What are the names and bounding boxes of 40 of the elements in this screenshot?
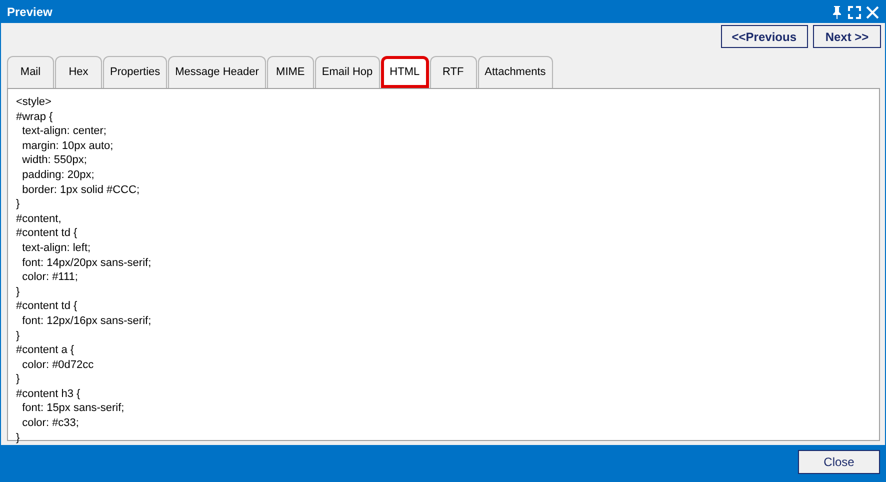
tab[interactable]: Mail <box>7 56 54 88</box>
code-line: } <box>16 197 21 212</box>
code-line: color: #111; <box>21 270 79 285</box>
code-line: } <box>16 328 21 344</box>
previous-button[interactable]: <<Previous <box>720 25 808 48</box>
code-line: #content a { <box>16 343 76 358</box>
code-line: border: 1px solid #CCC; <box>21 182 140 198</box>
code-line: font: 12px/16px sans-serif; <box>21 314 152 328</box>
code-line: #content td { <box>16 299 78 314</box>
code-line: font: 15px sans-serif; <box>21 401 126 416</box>
maximize-icon[interactable] <box>848 6 860 18</box>
code-line: color: #0d72cc <box>21 358 95 372</box>
code-line: #content, <box>16 212 62 226</box>
tab[interactable]: Hex <box>55 56 102 88</box>
tab[interactable]: Email Hop <box>314 56 380 88</box>
code-line: } <box>16 284 21 300</box>
code-line: } <box>16 372 21 387</box>
tab[interactable]: Attachments <box>478 56 553 88</box>
next-button[interactable]: Next >> <box>813 25 881 48</box>
code-line: #content td { <box>16 226 78 241</box>
code-line: margin: 10px auto; <box>21 138 114 154</box>
window-title: Preview <box>7 4 52 21</box>
tab[interactable]: RTF <box>430 56 477 88</box>
code-line: <style> <box>16 95 52 110</box>
code-line: padding: 20px; <box>21 168 96 183</box>
code-line: color: #c33; <box>21 416 80 431</box>
tab[interactable]: Properties <box>103 56 168 88</box>
code-line: font: 14px/20px sans-serif; <box>21 256 152 270</box>
close-button[interactable]: Close <box>798 450 880 474</box>
close-icon[interactable] <box>866 6 879 18</box>
code-line: width: 550px; <box>21 153 88 168</box>
tab[interactable]: MIME <box>266 56 314 88</box>
tab[interactable]: HTML <box>380 56 429 88</box>
code-line: #content h3 { <box>16 386 82 402</box>
code-line: } <box>16 430 21 446</box>
code-line: text-align: left; <box>21 240 92 256</box>
code-line: #wrap { <box>16 110 54 124</box>
pin-icon[interactable] <box>832 6 842 18</box>
code-line: text-align: center; <box>21 124 108 139</box>
tab[interactable]: Message Header <box>168 56 266 88</box>
